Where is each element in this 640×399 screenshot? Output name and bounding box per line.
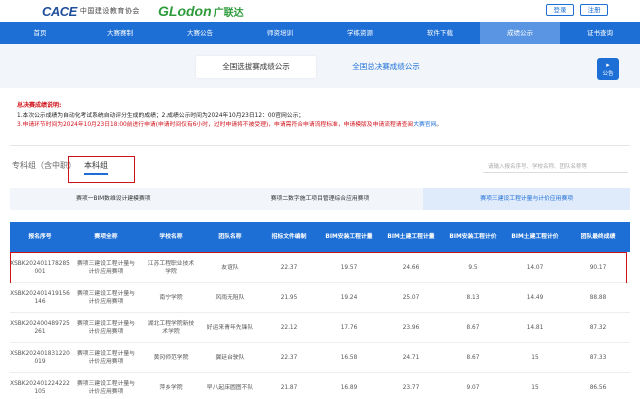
cell-c5: 14.81 <box>526 325 544 331</box>
notice-line-2-text: 3.申请环节时间为2024年10月23日18:00前进行申请(申请时间仅有6小时… <box>17 122 414 128</box>
tab-event-3[interactable]: 赛项三建设工程计量与计价应用赛项 <box>423 188 631 210</box>
cell-c1: 22.12 <box>280 325 298 331</box>
cell-school: 萍乡学院 <box>159 385 183 391</box>
cell-team: 翼廷台驶队 <box>215 355 245 361</box>
cell-c5: 14.49 <box>526 295 544 301</box>
tab-national-selection[interactable]: 全国选拔赛成绩公示 <box>196 56 316 78</box>
glodon-logo-cn: 广联达 <box>213 7 244 19</box>
cell-c3: 25.07 <box>402 295 420 301</box>
nav-item-competition-rules[interactable]: 大赛赛制 <box>80 22 160 44</box>
tab-vocational-group[interactable]: 专科组（含中职） <box>12 160 76 171</box>
cell-c1: 22.37 <box>280 355 298 361</box>
cell-id: XSBK202401419156146 <box>10 291 70 305</box>
divider <box>10 145 630 146</box>
cell-c2: 17.76 <box>340 325 358 331</box>
cell-c5: 15 <box>531 385 539 391</box>
event-tabs: 赛项一BIM数维设计建模赛项 赛项二数字施工项目管理综合应用赛项 赛项三建设工程… <box>10 188 631 210</box>
cell-c4: 9.07 <box>466 385 480 391</box>
cell-c2: 19.24 <box>340 295 358 301</box>
nav-item-software-download[interactable]: 软件下载 <box>400 22 480 44</box>
cell-event: 赛项三建设工程计量与计价应用赛项 <box>77 321 135 335</box>
col-header-c4: BIM安装工程计价 <box>449 234 497 240</box>
cell-id: XSBK202400489725261 <box>10 321 70 335</box>
cell-team: 好运来青年先锋队 <box>206 325 254 331</box>
tab-event-1[interactable]: 赛项一BIM数维设计建模赛项 <box>10 188 217 210</box>
site-header: CACE 中国建设教育协会 GLodon 广联达 登录 注册 <box>0 0 640 22</box>
cell-c5: 15 <box>531 355 539 361</box>
col-header-event: 赛项全称 <box>94 234 118 240</box>
cell-c3: 23.96 <box>402 325 420 331</box>
glodon-logo[interactable]: GLodon 广联达 <box>158 3 244 19</box>
cell-total: 87.33 <box>589 355 607 361</box>
main-nav: 首页 大赛赛制 大赛公告 师资培训 学练资源 软件下载 成绩公示 证书查询 <box>0 22 640 44</box>
table-row[interactable]: XSBK202401831220019 赛项三建设工程计量与计价应用赛项 黄冈师… <box>10 343 630 373</box>
col-header-c5: BIM土建工程计价 <box>511 234 559 240</box>
cell-id: XSBK202401224222105 <box>10 381 70 395</box>
table-header: 报名序号 赛项全称 学校名称 团队名称 招标文件编制 BIM安装工程计量 BIM… <box>10 222 630 252</box>
search-input[interactable]: 请输入报名序号、学校名称、团队名称等 <box>488 162 587 170</box>
col-header-c3: BIM土建工程计量 <box>387 234 435 240</box>
announcement-button[interactable]: ▸ 公告 <box>597 58 619 80</box>
cace-logo[interactable]: CACE 中国建设教育协会 <box>42 3 140 19</box>
cell-c1: 21.95 <box>280 295 298 301</box>
cell-event: 赛项三建设工程计量与计价应用赛项 <box>77 381 135 395</box>
tab-national-final[interactable]: 全国总决赛成绩公示 <box>326 56 446 78</box>
notice-line-1: 1.本次公示成绩为自动化考试系统自动评分生成的成绩；2.成绩公示时间为2024年… <box>17 113 305 119</box>
cell-c2: 16.89 <box>340 385 358 391</box>
cell-team: 早八起床圆图不队 <box>206 385 254 391</box>
cell-c4: 8.67 <box>466 355 480 361</box>
cell-id: XSBK202401831220019 <box>10 351 70 365</box>
cell-c1: 21.87 <box>280 385 298 391</box>
search-underline <box>483 172 628 173</box>
col-header-id: 报名序号 <box>28 234 52 240</box>
cell-total: 86.56 <box>589 385 607 391</box>
table-row[interactable]: XSBK202401419156146 赛项三建设工程计量与计价应用赛项 南宁学… <box>10 283 630 313</box>
register-button[interactable]: 注册 <box>580 4 608 16</box>
col-header-c1: 招标文件编制 <box>271 234 307 240</box>
glodon-logo-mark: GLodon <box>158 3 212 19</box>
nav-item-announcements[interactable]: 大赛公告 <box>160 22 240 44</box>
login-button[interactable]: 登录 <box>546 4 574 16</box>
notice-line-2-end: 。 <box>436 122 443 128</box>
table-row[interactable]: XSBK202401224222105 赛项三建设工程计量与计价应用赛项 萍乡学… <box>10 373 630 399</box>
nav-item-home[interactable]: 首页 <box>0 22 80 44</box>
announcement-label: 公告 <box>602 71 614 77</box>
cell-team: 风雨无阻队 <box>215 295 245 301</box>
col-header-total: 团队最终成绩 <box>580 234 616 240</box>
highlight-box-group-tab <box>68 156 135 183</box>
official-site-link[interactable]: 大赛官网 <box>413 122 436 128</box>
cell-event: 赛项三建设工程计量与计价应用赛项 <box>77 291 135 305</box>
cell-c2: 16.58 <box>340 355 358 361</box>
col-header-school: 学校名称 <box>159 234 183 240</box>
notice-block: 总决赛成绩说明: 1.本次公示成绩为自动化考试系统自动评分生成的成绩；2.成绩公… <box>17 100 627 130</box>
cace-logo-mark: CACE <box>42 3 77 19</box>
table-row[interactable]: XSBK202400489725261 赛项三建设工程计量与计价应用赛项 湖北工… <box>10 313 630 343</box>
megaphone-icon: ▸ <box>606 61 610 69</box>
notice-title: 总决赛成绩说明: <box>17 102 62 109</box>
nav-item-resources[interactable]: 学练资源 <box>320 22 400 44</box>
highlight-box-first-row <box>10 252 627 284</box>
cell-event: 赛项三建设工程计量与计价应用赛项 <box>77 351 135 365</box>
nav-item-teacher-training[interactable]: 师资培训 <box>240 22 320 44</box>
col-header-team: 团队名称 <box>218 234 242 240</box>
cell-c4: 8.13 <box>466 295 480 301</box>
notice-line-2: 3.申请环节时间为2024年10月23日18:00前进行申请(申请时间仅有6小时… <box>17 121 627 130</box>
cell-school: 南宁学院 <box>159 295 183 301</box>
nav-item-certificate-query[interactable]: 证书查询 <box>560 22 640 44</box>
cell-total: 88.88 <box>589 295 607 301</box>
cell-total: 87.32 <box>589 325 607 331</box>
nav-item-results[interactable]: 成绩公示 <box>480 22 560 44</box>
cell-c3: 23.77 <box>402 385 420 391</box>
result-type-tabs: 全国选拔赛成绩公示 全国总决赛成绩公示 <box>0 44 640 88</box>
cell-c4: 8.67 <box>466 325 480 331</box>
cell-school: 黄冈师范学院 <box>153 355 189 361</box>
cell-c3: 24.71 <box>402 355 420 361</box>
cell-school: 湖北工程学院新技术学院 <box>147 321 195 335</box>
cace-logo-text: 中国建设教育协会 <box>79 7 140 15</box>
col-header-c2: BIM安装工程计量 <box>325 234 373 240</box>
tab-event-2[interactable]: 赛项二数字施工项目管理综合应用赛项 <box>217 188 424 210</box>
